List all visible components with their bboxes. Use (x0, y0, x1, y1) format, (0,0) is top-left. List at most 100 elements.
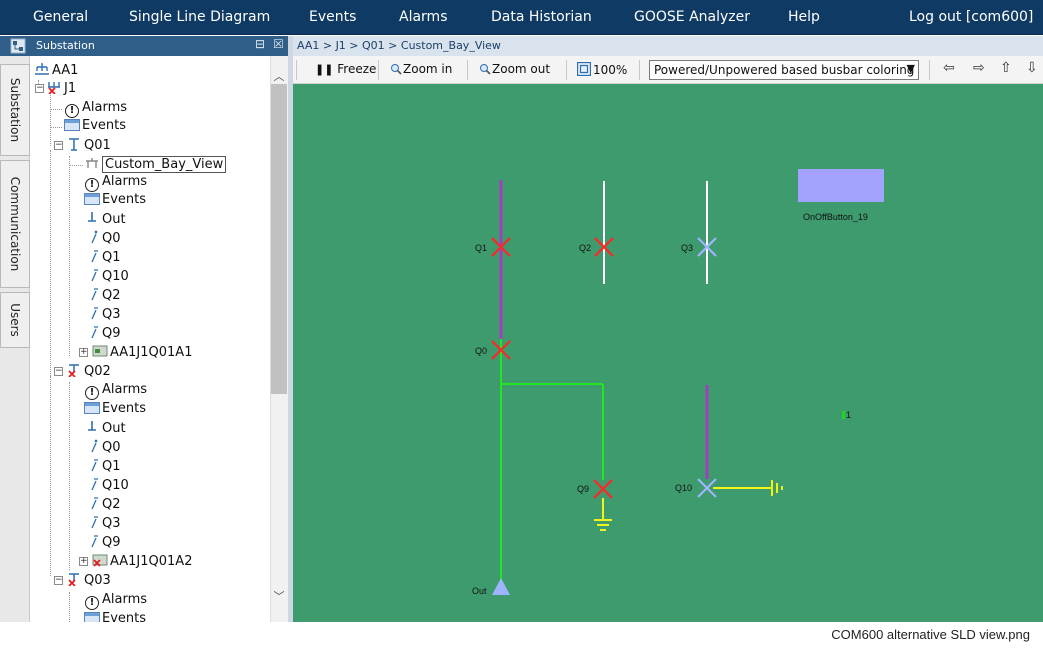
tree-node-q01-q2[interactable]: Q2 (84, 287, 121, 305)
menu-events[interactable]: Events (309, 9, 356, 25)
tree-label: Alarms (82, 100, 128, 115)
scroll-down-icon[interactable]: ﹀ (271, 588, 287, 606)
zoom-100-button[interactable]: 100% (576, 62, 627, 77)
zoom-out-icon (480, 64, 491, 75)
collapse-toggle-q03[interactable]: − (54, 576, 63, 585)
close-panel-icon[interactable]: ☒ (273, 37, 284, 51)
tab-users-label: Users (8, 303, 22, 337)
freeze-button[interactable]: ❚❚ Freeze (315, 62, 376, 76)
collapse-toggle-j1[interactable]: − (35, 84, 44, 93)
tree-node-q02-q9[interactable]: Q9 (84, 534, 121, 552)
tree-node-q02-q3[interactable]: Q3 (84, 515, 121, 533)
earth-symbol-q10 (771, 480, 783, 496)
tree-node-q03-events[interactable]: Events (84, 611, 146, 622)
expand-toggle-aa1j1q01a1[interactable]: + (79, 348, 88, 357)
pan-down-icon[interactable]: ⇩ (1026, 60, 1038, 76)
onoff-button[interactable] (798, 169, 884, 202)
sld-canvas (491, 180, 845, 595)
collapse-toggle-q01[interactable]: − (54, 141, 63, 150)
output-icon (88, 212, 96, 222)
logout-link[interactable]: Log out [com600] (909, 9, 1033, 25)
tree-node-q03[interactable]: Q03 (66, 572, 111, 590)
output-icon (88, 421, 96, 431)
bay-error-icon (68, 573, 79, 586)
tree-node-q01[interactable]: Q01 (66, 137, 111, 155)
tree-node-q02-events[interactable]: Events (84, 401, 146, 419)
zoom-in-button[interactable]: Zoom in (390, 62, 452, 76)
tree-label: J1 (64, 81, 77, 96)
tree-node-q03-alarms[interactable]: ! Alarms (84, 592, 147, 610)
pan-left-icon[interactable]: ⇦ (943, 60, 955, 76)
image-caption: COM600 alternative SLD view.png (0, 622, 1043, 648)
q9-breaker[interactable] (593, 479, 613, 499)
tree-node-j1-events[interactable]: Events (64, 118, 126, 136)
tree-connector (69, 156, 70, 356)
tab-communication[interactable]: Communication (0, 160, 30, 288)
zoom-in-icon (391, 64, 402, 75)
menu-goose-analyzer[interactable]: GOOSE Analyzer (634, 9, 750, 25)
disconnector-icon (91, 516, 98, 529)
tree-node-q02-q10[interactable]: Q10 (84, 477, 129, 495)
disconnector-icon (91, 307, 98, 320)
expand-toggle-aa1j1q01a2[interactable]: + (79, 557, 88, 566)
menu-help[interactable]: Help (788, 9, 820, 25)
tree-node-j1-alarms[interactable]: ! Alarms (64, 100, 127, 118)
tree-label: Q01 (84, 138, 111, 153)
tab-substation-label: Substation (8, 77, 22, 143)
out-terminal[interactable] (492, 578, 510, 595)
value-indicator (842, 411, 845, 419)
tree-node-q02-q1[interactable]: Q1 (84, 458, 121, 476)
tree-label: Events (102, 611, 147, 622)
tree-node-j1[interactable]: J1 (46, 80, 76, 98)
tree-node-q02-q0[interactable]: Q0 (84, 439, 121, 457)
menu-alarms[interactable]: Alarms (399, 9, 448, 25)
tree-label: Q1 (102, 459, 121, 474)
tree-label: Q2 (102, 497, 121, 512)
tree-scrollbar-thumb[interactable] (271, 84, 287, 394)
disconnector-icon (91, 269, 98, 282)
onoff-button-label: OnOffButton_19 (803, 212, 868, 222)
tree-node-aa1j1q01a2[interactable]: AA1J1Q01A2 (92, 553, 192, 571)
tree-node-custom-bay-view[interactable]: Custom_Bay_View (84, 156, 227, 174)
tree-node-q02-alarms[interactable]: ! Alarms (84, 382, 147, 400)
tree-node-q01-events[interactable]: Events (84, 192, 146, 210)
breaker-icon (91, 439, 98, 453)
events-icon (64, 119, 80, 131)
toolbar-separator (929, 60, 930, 80)
menu-general[interactable]: General (33, 9, 88, 25)
tree-node-q01-alarms[interactable]: ! Alarms (84, 174, 147, 192)
panel-title: Substation (36, 39, 95, 52)
menu-data-historian[interactable]: Data Historian (491, 9, 592, 25)
events-icon (84, 402, 100, 414)
collapse-toggle-q02[interactable]: − (54, 367, 63, 376)
tree-node-q01-out[interactable]: Out (84, 211, 126, 229)
pan-right-icon[interactable]: ⇨ (973, 60, 985, 76)
tree-label-selected: Custom_Bay_View (102, 156, 227, 173)
menu-single-line-diagram[interactable]: Single Line Diagram (129, 9, 270, 25)
tab-communication-label: Communication (8, 176, 22, 272)
zoom-level-label: 100% (593, 63, 628, 77)
tree-node-q01-q1[interactable]: Q1 (84, 249, 121, 267)
pan-up-icon[interactable]: ⇧ (1000, 60, 1012, 76)
zoom-out-button[interactable]: Zoom out (479, 62, 550, 76)
tree-node-q01-q0[interactable]: Q0 (84, 230, 121, 248)
substation-tree: AA1 − J1 ! Alarms Events − Q01 Custom_Bay… (30, 56, 270, 622)
disconnector-icon (91, 288, 98, 301)
tree-node-q02[interactable]: Q02 (66, 363, 111, 381)
tab-substation[interactable]: Substation (0, 64, 30, 156)
tree-node-aa1[interactable]: AA1 (34, 62, 78, 80)
busbar-coloring-select[interactable]: Powered/Unpowered based busbar coloring ▼ (649, 60, 919, 80)
label-q2: Q2 (579, 243, 592, 253)
pin-panel-icon[interactable]: ⊟ (255, 37, 265, 51)
tree-node-q01-q9[interactable]: Q9 (84, 325, 121, 343)
tree-node-q01-q10[interactable]: Q10 (84, 268, 129, 286)
tree-node-aa1j1q01a1[interactable]: AA1J1Q01A1 (92, 344, 192, 362)
zoom-in-label: Zoom in (403, 62, 453, 76)
tree-node-q02-q2[interactable]: Q2 (84, 496, 121, 514)
tree-node-q01-q3[interactable]: Q3 (84, 306, 121, 324)
tab-users[interactable]: Users (0, 292, 30, 348)
tree-label: Q2 (102, 288, 121, 303)
tree-label: Q02 (84, 364, 111, 379)
tree-node-q02-out[interactable]: Out (84, 420, 126, 438)
pause-icon: ❚❚ (315, 63, 338, 76)
